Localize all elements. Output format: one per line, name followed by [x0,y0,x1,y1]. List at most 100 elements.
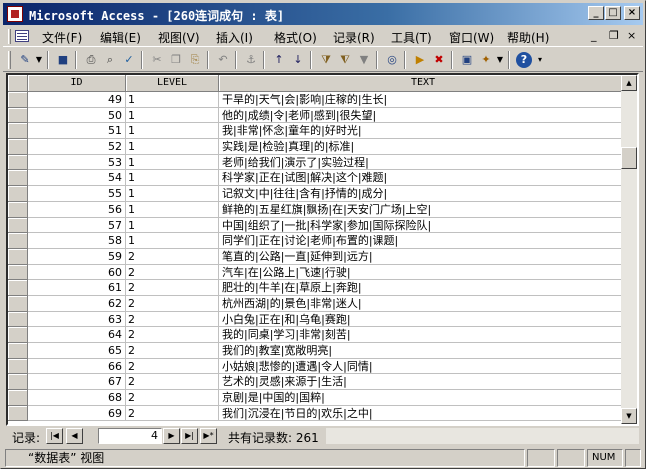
cell-id[interactable]: 56 [28,201,126,218]
row-selector[interactable] [8,405,28,422]
menu-file[interactable]: 文件(F) [42,29,82,46]
sort-ascending-icon[interactable]: ↑ [271,52,287,68]
table-row[interactable]: 55 1 记叙文|中|往往|含有|抒情的|成分| [8,186,628,202]
cell-level[interactable]: 1 [126,107,219,124]
cell-level[interactable]: 1 [126,233,219,249]
menu-tools[interactable]: 工具(T) [391,29,432,46]
row-selector[interactable] [8,295,28,312]
table-row[interactable]: 54 1 科学家|正在|试图|解决|这个|难题| [8,170,628,187]
row-selector[interactable] [8,217,28,234]
cell-id[interactable]: 61 [28,280,126,296]
row-selector[interactable] [8,139,28,155]
new-record-icon[interactable]: ▶ [412,52,428,68]
cell-level[interactable]: 1 [126,217,219,234]
scroll-down-arrow-icon[interactable]: ▼ [621,408,637,424]
cell-text[interactable]: 记叙文|中|往往|含有|抒情的|成分| [219,186,628,202]
design-view-icon[interactable]: ✎ [17,52,33,68]
row-selector[interactable] [8,201,28,218]
doc-restore-button[interactable]: ❐ [609,29,619,42]
view-dropdown-arrow-icon[interactable]: ▼ [35,52,43,68]
row-selector[interactable] [8,280,28,296]
cell-level[interactable]: 2 [126,264,219,281]
table-row[interactable]: 67 2 艺术的|灵感|来源于|生活| [8,374,628,391]
cell-text[interactable]: 我们|沉浸在|节日的|欢乐|之中| [219,405,628,422]
cell-id[interactable]: 54 [28,170,126,187]
cell-id[interactable]: 51 [28,123,126,140]
row-selector[interactable] [8,248,28,265]
cell-text[interactable]: 我们的|教室|宽敞明亮| [219,343,628,359]
table-row[interactable]: 57 1 中国|组织了|一批|科学家|参加|国际探险队| [8,217,628,234]
new-record-button[interactable]: ▶* [200,428,217,444]
cell-level[interactable]: 2 [126,390,219,406]
column-header-id[interactable]: ID [28,75,126,92]
doc-close-button[interactable]: × [627,29,636,42]
print-preview-icon[interactable]: ⌕ [102,52,118,68]
select-all-corner[interactable] [8,75,28,92]
cell-text[interactable]: 我|非常|怀念|童年的|好时光| [219,123,628,140]
cell-text[interactable]: 艺术的|灵感|来源于|生活| [219,374,628,391]
cell-level[interactable]: 1 [126,170,219,187]
table-row[interactable]: 51 1 我|非常|怀念|童年的|好时光| [8,123,628,140]
apply-filter-icon[interactable]: ▼ [356,52,372,68]
table-row[interactable]: 53 1 老师|给我们|演示了|实验过程| [8,154,628,171]
cell-id[interactable]: 68 [28,390,126,406]
cell-text[interactable]: 小白兔|正在|和|乌龟|赛跑| [219,311,628,328]
cell-text[interactable]: 杭州西湖|的|景色|非常|迷人| [219,295,628,312]
horizontal-scrollbar[interactable] [326,428,639,444]
cell-level[interactable]: 2 [126,343,219,359]
row-selector[interactable] [8,311,28,328]
minimize-button[interactable]: _ [588,6,604,20]
table-row[interactable]: 49 1 干旱的|天气|会|影响|庄稼的|生长| [8,92,628,108]
scrollbar-thumb[interactable] [621,147,637,169]
cell-id[interactable]: 66 [28,358,126,375]
cell-level[interactable]: 2 [126,295,219,312]
help-icon[interactable]: ? [516,52,532,68]
table-row[interactable]: 52 1 实践|是|检验|真理|的|标准| [8,139,628,155]
cell-id[interactable]: 55 [28,186,126,202]
row-selector[interactable] [8,107,28,124]
cell-id[interactable]: 67 [28,374,126,391]
table-row[interactable]: 63 2 小白兔|正在|和|乌龟|赛跑| [8,311,628,328]
cell-id[interactable]: 63 [28,311,126,328]
paste-icon[interactable]: ⎘ [187,52,203,68]
table-row[interactable]: 58 1 同学们|正在|讨论|老师|布置的|课题| [8,233,628,249]
cell-text[interactable]: 我的|同桌|学习|非常|刻苦| [219,327,628,343]
copy-icon[interactable]: ❐ [168,52,184,68]
menu-help[interactable]: 帮助(H) [507,29,549,46]
cut-icon[interactable]: ✂ [149,52,165,68]
cell-level[interactable]: 1 [126,201,219,218]
table-row[interactable]: 60 2 汽车|在|公路上|飞速|行驶| [8,264,628,281]
cell-id[interactable]: 53 [28,154,126,171]
cell-level[interactable]: 1 [126,139,219,155]
first-record-button[interactable]: |◀ [46,428,63,444]
cell-text[interactable]: 汽车|在|公路上|飞速|行驶| [219,264,628,281]
cell-level[interactable]: 1 [126,123,219,140]
doc-minimize-button[interactable]: _ [591,29,597,42]
row-selector[interactable] [8,264,28,281]
cell-id[interactable]: 64 [28,327,126,343]
cell-text[interactable]: 同学们|正在|讨论|老师|布置的|课题| [219,233,628,249]
table-row[interactable]: 68 2 京剧|是|中国的|国粹| [8,390,628,406]
cell-level[interactable]: 2 [126,405,219,422]
column-header-level[interactable]: LEVEL [126,75,219,92]
cell-text[interactable]: 中国|组织了|一批|科学家|参加|国际探险队| [219,217,628,234]
toolbar-options-arrow-icon[interactable]: ▾ [536,52,544,68]
spelling-icon[interactable]: ✓ [121,52,137,68]
row-selector[interactable] [8,186,28,202]
last-record-button[interactable]: ▶| [181,428,198,444]
undo-icon[interactable]: ↶ [215,52,231,68]
table-row[interactable]: 66 2 小姑娘|悲惨的|遭遇|令人|同情| [8,358,628,375]
table-row[interactable]: 50 1 他的|成绩|令|老师|感到|很失望| [8,107,628,124]
cell-text[interactable]: 小姑娘|悲惨的|遭遇|令人|同情| [219,358,628,375]
row-selector[interactable] [8,358,28,375]
close-button[interactable]: × [624,6,640,20]
filter-by-selection-icon[interactable]: ⧩ [318,52,334,68]
cell-level[interactable]: 2 [126,248,219,265]
row-selector[interactable] [8,327,28,343]
cell-id[interactable]: 57 [28,217,126,234]
save-icon[interactable]: ■ [55,52,71,68]
menu-records[interactable]: 记录(R) [333,29,375,46]
cell-id[interactable]: 62 [28,295,126,312]
cell-id[interactable]: 60 [28,264,126,281]
find-icon[interactable]: ◎ [384,52,400,68]
